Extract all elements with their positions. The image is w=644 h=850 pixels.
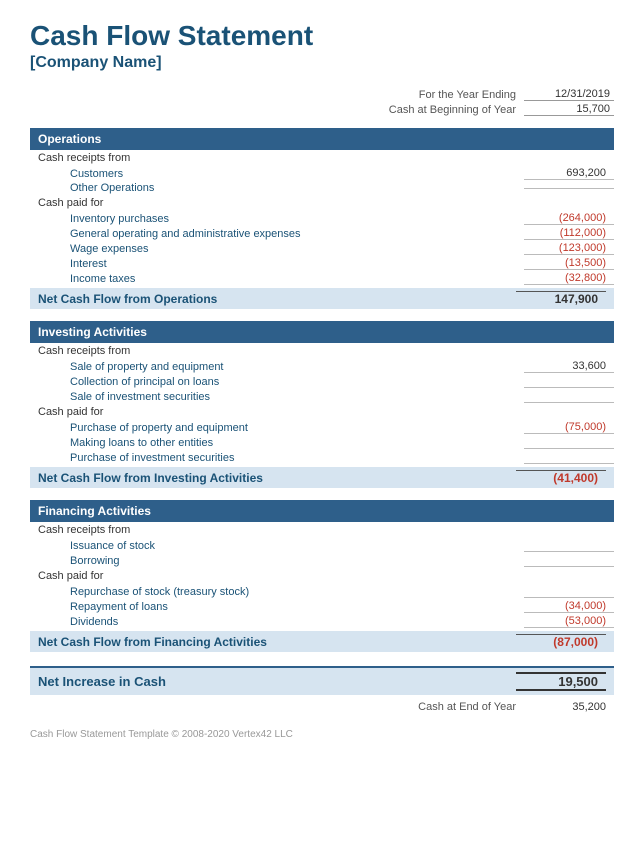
ops-receipts-label: Cash receipts from (30, 150, 614, 166)
ops-interest-value: (13,500) (524, 257, 614, 270)
ops-gen-admin-value: (112,000) (524, 227, 614, 240)
inv-sale-prop-value: 33,600 (524, 360, 614, 373)
inv-receipts-label: Cash receipts from (30, 343, 614, 359)
inv-sale-invest-row: Sale of investment securities (30, 389, 614, 404)
fin-net-value: (87,000) (516, 634, 606, 649)
ops-interest-row: Interest (13,500) (30, 256, 614, 271)
fin-dividends-value: (53,000) (524, 615, 614, 628)
fin-net-row: Net Cash Flow from Financing Activities … (30, 631, 614, 652)
ops-net-value: 147,900 (516, 291, 606, 306)
footer: Cash Flow Statement Template © 2008-2020… (30, 729, 614, 740)
operations-header: Operations (30, 128, 614, 150)
ops-gen-admin-label: General operating and administrative exp… (30, 228, 524, 240)
fin-net-label: Net Cash Flow from Financing Activities (38, 635, 516, 649)
beginning-value: 15,700 (524, 103, 614, 116)
inv-paid-label: Cash paid for (30, 404, 614, 420)
net-increase-label: Net Increase in Cash (38, 674, 516, 689)
inv-net-row: Net Cash Flow from Investing Activities … (30, 467, 614, 488)
period-label: For the Year Ending (419, 89, 516, 101)
inv-net-label: Net Cash Flow from Investing Activities (38, 471, 516, 485)
ops-taxes-row: Income taxes (32,800) (30, 271, 614, 286)
inv-sale-prop-row: Sale of property and equipment 33,600 (30, 359, 614, 374)
ops-inventory-label: Inventory purchases (30, 213, 524, 225)
ops-other-label: Other Operations (30, 182, 524, 194)
ops-paid-label: Cash paid for (30, 195, 614, 211)
fin-paid-label: Cash paid for (30, 568, 614, 584)
fin-receipts-label: Cash receipts from (30, 522, 614, 538)
end-label: Cash at End of Year (418, 701, 516, 713)
inv-collection-value (524, 375, 614, 388)
ops-interest-label: Interest (30, 258, 524, 270)
header-beginning-row: Cash at Beginning of Year 15,700 (30, 103, 614, 116)
fin-repayment-value: (34,000) (524, 600, 614, 613)
ops-wage-value: (123,000) (524, 242, 614, 255)
period-value: 12/31/2019 (524, 88, 614, 101)
ops-customers-label: Customers (30, 168, 524, 180)
company-name: [Company Name] (30, 54, 614, 72)
fin-repurchase-label: Repurchase of stock (treasury stock) (30, 586, 524, 598)
inv-sale-invest-value (524, 390, 614, 403)
ops-net-label: Net Cash Flow from Operations (38, 292, 516, 306)
fin-repurchase-row: Repurchase of stock (treasury stock) (30, 584, 614, 599)
ops-wage-row: Wage expenses (123,000) (30, 241, 614, 256)
ops-inventory-row: Inventory purchases (264,000) (30, 211, 614, 226)
fin-issuance-value (524, 539, 614, 552)
page-title: Cash Flow Statement (30, 20, 614, 52)
ops-customers-value: 693,200 (524, 167, 614, 180)
fin-repayment-label: Repayment of loans (30, 601, 524, 613)
inv-purchase-invest-value (524, 451, 614, 464)
end-row: Cash at End of Year 35,200 (30, 701, 614, 713)
fin-repurchase-value (524, 585, 614, 598)
inv-sale-invest-label: Sale of investment securities (30, 391, 524, 403)
financing-header: Financing Activities (30, 500, 614, 522)
inv-collection-row: Collection of principal on loans (30, 374, 614, 389)
fin-borrowing-row: Borrowing (30, 553, 614, 568)
inv-net-value: (41,400) (516, 470, 606, 485)
fin-issuance-label: Issuance of stock (30, 540, 524, 552)
inv-loans-row: Making loans to other entities (30, 435, 614, 450)
fin-borrowing-value (524, 554, 614, 567)
inv-loans-label: Making loans to other entities (30, 437, 524, 449)
fin-dividends-row: Dividends (53,000) (30, 614, 614, 629)
ops-other-value (524, 188, 614, 189)
ops-wage-label: Wage expenses (30, 243, 524, 255)
fin-issuance-row: Issuance of stock (30, 538, 614, 553)
inv-collection-label: Collection of principal on loans (30, 376, 524, 388)
fin-repayment-row: Repayment of loans (34,000) (30, 599, 614, 614)
ops-other-row: Other Operations (30, 181, 614, 195)
investing-header: Investing Activities (30, 321, 614, 343)
ops-customers-row: Customers 693,200 (30, 166, 614, 181)
ops-gen-admin-row: General operating and administrative exp… (30, 226, 614, 241)
inv-loans-value (524, 436, 614, 449)
inv-purchase-prop-value: (75,000) (524, 421, 614, 434)
fin-dividends-label: Dividends (30, 616, 524, 628)
inv-purchase-invest-label: Purchase of investment securities (30, 452, 524, 464)
beginning-label: Cash at Beginning of Year (389, 104, 516, 116)
inv-sale-prop-label: Sale of property and equipment (30, 361, 524, 373)
ops-taxes-label: Income taxes (30, 273, 524, 285)
header-period-row: For the Year Ending 12/31/2019 (30, 88, 614, 101)
ops-taxes-value: (32,800) (524, 272, 614, 285)
inv-purchase-prop-label: Purchase of property and equipment (30, 422, 524, 434)
inv-purchase-prop-row: Purchase of property and equipment (75,0… (30, 420, 614, 435)
end-value: 35,200 (524, 701, 614, 713)
net-increase-value: 19,500 (516, 672, 606, 691)
net-increase-row: Net Increase in Cash 19,500 (30, 666, 614, 695)
ops-net-row: Net Cash Flow from Operations 147,900 (30, 288, 614, 309)
ops-inventory-value: (264,000) (524, 212, 614, 225)
fin-borrowing-label: Borrowing (30, 555, 524, 567)
inv-purchase-invest-row: Purchase of investment securities (30, 450, 614, 465)
